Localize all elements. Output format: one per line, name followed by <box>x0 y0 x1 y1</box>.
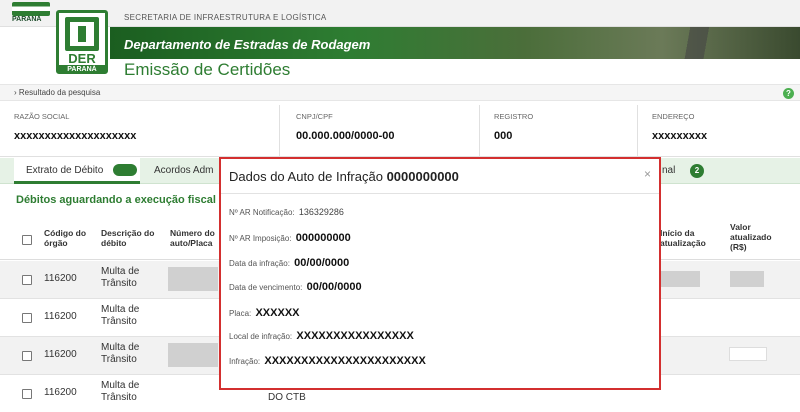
field-value: XXXXXXXXXXXXXXXX <box>296 330 414 342</box>
field-placa: Placa: XXXXXX <box>229 307 300 319</box>
row-descricao: Multa de Trânsito <box>101 304 140 327</box>
row-descricao: Multa de Trânsito <box>101 266 140 289</box>
der-logo[interactable]: DER PARANÁ <box>56 10 108 74</box>
select-all-checkbox[interactable] <box>22 235 32 245</box>
road-image <box>640 27 760 59</box>
razao-social-cell: RAZÃO SOCIAL xxxxxxxxxxxxxxxxxxxx <box>0 105 280 157</box>
field-ar-notificacao: Nº AR Notificação: 136329286 <box>229 207 344 217</box>
tab-acordos[interactable]: Acordos Adm <box>142 158 222 184</box>
row-descricao: Multa de Trânsito <box>101 380 140 403</box>
row-codigo: 116200 <box>44 387 77 398</box>
registro-value: 000 <box>494 130 513 142</box>
field-data-infracao: Data da infração: 00/00/0000 <box>229 257 349 269</box>
field-ar-imposicao: Nº AR Imposição: 000000000 <box>229 232 351 244</box>
cnpj-label: CNPJ/CPF <box>296 112 333 121</box>
row-codigo: 116200 <box>44 273 77 284</box>
redacted-cell <box>730 271 764 287</box>
der-mark-icon <box>65 17 99 51</box>
row-checkbox[interactable] <box>22 389 32 399</box>
tab-acordos-label: Acordos Adm <box>154 165 214 176</box>
modal-divider <box>221 193 659 194</box>
modal-title-code: 0000000000 <box>386 169 459 184</box>
col-inicio[interactable]: Início da atualização <box>660 228 714 248</box>
gov-logo-text: PARANÁ <box>12 16 42 23</box>
field-label: Nº AR Notificação: <box>229 208 295 217</box>
endereco-cell: ENDEREÇO xxxxxxxxx <box>638 105 800 157</box>
row-codigo: 116200 <box>44 349 77 360</box>
count-badge: 2 <box>690 164 704 178</box>
flag-icon <box>12 2 50 16</box>
cnpj-value: 00.000.000/0000-00 <box>296 130 395 142</box>
field-local-infracao: Local de infração: XXXXXXXXXXXXXXXX <box>229 330 414 342</box>
redacted-cell <box>660 271 700 287</box>
tab-extrato-debito[interactable]: Extrato de Débito <box>14 158 140 184</box>
row-description-tail: DO CTB <box>268 392 306 403</box>
close-icon[interactable]: × <box>644 167 651 181</box>
der-logo-subtext: PARANÁ <box>59 65 105 74</box>
department-title: Departamento de Estradas de Rodagem <box>124 37 371 52</box>
field-label: Local de infração: <box>229 332 293 341</box>
col-valor[interactable]: Valor atualizado (R$) <box>730 222 790 252</box>
extrato-toggle[interactable] <box>113 164 137 176</box>
help-icon[interactable]: ? <box>783 88 794 99</box>
page-title: Emissão de Certidões <box>124 60 291 79</box>
secretaria-label: SECRETARIA DE INFRAESTRUTURA E LOGÍSTICA <box>124 13 327 22</box>
endereco-value: xxxxxxxxx <box>652 130 708 142</box>
parana-gov-logo[interactable]: PARANÁ <box>12 2 50 26</box>
tab-other-label: nal <box>662 165 676 176</box>
row-codigo: 116200 <box>44 311 77 322</box>
field-label: Infração: <box>229 357 261 366</box>
section-title: Débitos aguardando a execução fiscal <box>16 194 216 206</box>
row-descricao: Multa de Trânsito <box>101 342 140 365</box>
tab-extrato-label: Extrato de Débito <box>26 165 104 176</box>
field-value: 136329286 <box>298 207 344 217</box>
field-label: Nº AR Imposição: <box>229 234 292 243</box>
field-value: 000000000 <box>295 232 351 244</box>
field-data-vencimento: Data de vencimento: 00/00/0000 <box>229 281 362 293</box>
page: PARANÁ SECRETARIA DE INFRAESTRUTURA E LO… <box>0 0 800 412</box>
endereco-label: ENDEREÇO <box>652 112 695 121</box>
modal-title: Dados do Auto de Infração 0000000000 <box>229 169 459 184</box>
registro-cell: REGISTRO 000 <box>480 105 638 157</box>
breadcrumb[interactable]: › Resultado da pesquisa <box>14 88 100 97</box>
redacted-cell <box>168 343 218 367</box>
infraction-details-modal: Dados do Auto de Infração 0000000000 × N… <box>219 157 661 390</box>
breadcrumb-bar: › Resultado da pesquisa ? <box>0 84 800 101</box>
col-descricao[interactable]: Descrição do débito <box>101 228 161 248</box>
field-infracao: Infração: XXXXXXXXXXXXXXXXXXXXXX <box>229 355 426 367</box>
field-value: XXXXXXXXXXXXXXXXXXXXXX <box>264 355 426 367</box>
field-value: 00/00/0000 <box>306 281 362 293</box>
cnpj-cell: CNPJ/CPF 00.000.000/0000-00 <box>282 105 480 157</box>
registro-label: REGISTRO <box>494 112 534 121</box>
field-label: Data da infração: <box>229 259 290 268</box>
info-row: RAZÃO SOCIAL xxxxxxxxxxxxxxxxxxxx CNPJ/C… <box>0 105 800 157</box>
row-checkbox[interactable] <box>22 351 32 361</box>
redacted-cell <box>168 267 218 291</box>
col-codigo[interactable]: Código do órgão <box>44 228 94 248</box>
der-logo-text: DER <box>68 51 96 66</box>
tab-other[interactable]: nal 2 <box>650 158 730 184</box>
col-numero[interactable]: Número do auto/Placa <box>170 228 220 248</box>
modal-title-text: Dados do Auto de Infração <box>229 169 383 184</box>
razao-social-value: xxxxxxxxxxxxxxxxxxxx <box>14 130 137 142</box>
field-value: 00/00/0000 <box>294 257 350 269</box>
row-checkbox[interactable] <box>22 313 32 323</box>
top-bar <box>0 0 800 27</box>
field-label: Data de vencimento: <box>229 283 303 292</box>
razao-social-label: RAZÃO SOCIAL <box>14 112 70 121</box>
field-label: Placa: <box>229 309 252 318</box>
row-checkbox[interactable] <box>22 275 32 285</box>
redacted-cell <box>729 347 767 361</box>
field-value: XXXXXX <box>255 307 300 319</box>
header: PARANÁ SECRETARIA DE INFRAESTRUTURA E LO… <box>0 0 800 88</box>
